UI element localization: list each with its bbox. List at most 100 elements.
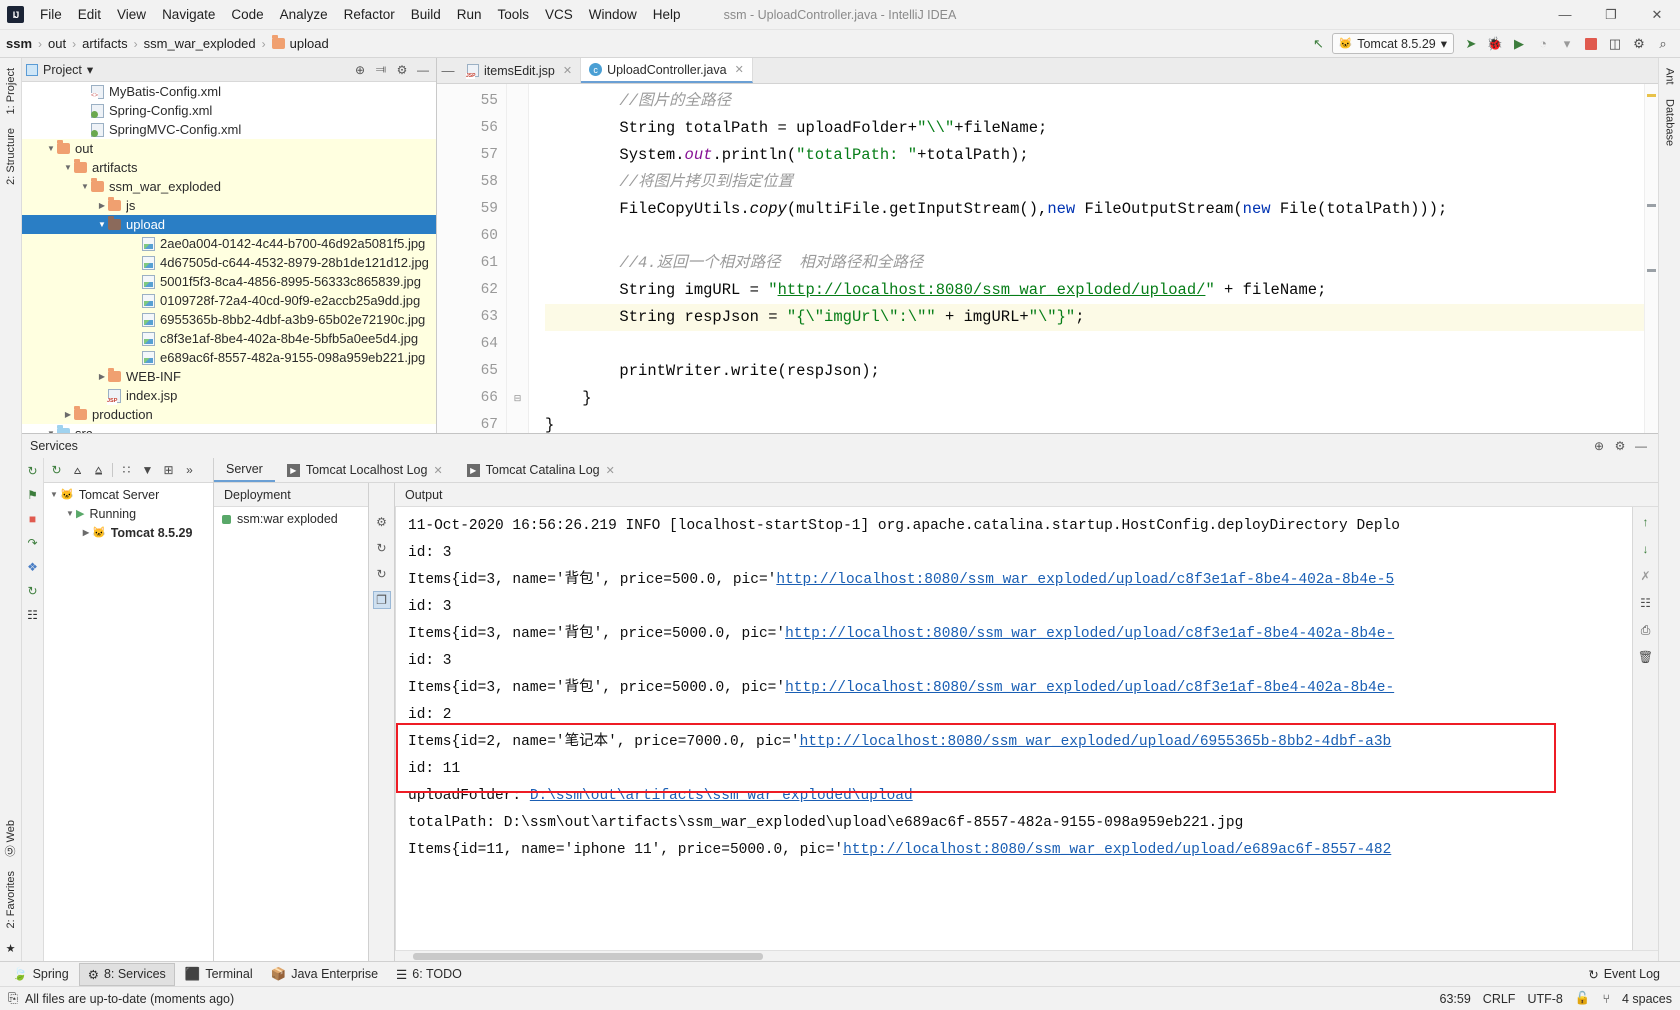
tab-uploadcontroller-java[interactable]: c UploadController.java ✕ <box>581 58 753 83</box>
run-icon[interactable]: ➤ <box>1460 33 1482 55</box>
update-icon[interactable]: ❖ <box>24 558 42 576</box>
gear-icon[interactable]: ⚙ <box>1611 437 1629 455</box>
refresh-icon[interactable]: ↻ <box>47 461 66 480</box>
line-separator[interactable]: CRLF <box>1483 992 1516 1006</box>
deploy-all-icon[interactable]: ❐ <box>372 591 391 609</box>
hide-icon[interactable]: — <box>414 61 432 79</box>
tree-row[interactable]: 2ae0a004-0142-4c44-b700-46d92a5081f5.jpg <box>22 234 436 253</box>
close-button[interactable]: ✕ <box>1634 0 1680 30</box>
clear-all-icon[interactable]: 🗑 <box>1637 648 1655 666</box>
breadcrumb-upload[interactable]: upload <box>271 35 329 51</box>
menu-analyze[interactable]: Analyze <box>272 3 336 26</box>
console-output[interactable]: 11-Oct-2020 16:56:26.219 INFO [localhost… <box>395 507 1632 950</box>
tree-row[interactable]: 0109728f-72a4-40cd-90f9-e2accb25a9dd.jpg <box>22 291 436 310</box>
chevron-right-icon[interactable]: ▶ <box>62 410 74 419</box>
error-stripe-marker[interactable] <box>1644 84 1658 433</box>
close-icon[interactable]: ✕ <box>433 464 442 477</box>
close-icon[interactable]: ✕ <box>735 63 744 76</box>
rerun-icon[interactable]: ↻ <box>24 462 42 480</box>
favorites-star-icon[interactable]: ★ <box>1 936 20 961</box>
filter-icon[interactable]: ▼ <box>138 461 157 480</box>
project-tree[interactable]: MyBatis-Config.xml Spring-Config.xml Sprin… <box>22 82 436 433</box>
menu-refactor[interactable]: Refactor <box>336 3 403 26</box>
settings-icon[interactable]: ⚙ <box>1628 33 1650 55</box>
collapse-all-icon[interactable]: ⫥ <box>372 61 390 79</box>
chevron-right-icon[interactable]: ▶ <box>96 372 108 381</box>
tab-tomcat-catalina-log[interactable]: ▶ Tomcat Catalina Log ✕ <box>455 458 627 482</box>
file-encoding[interactable]: UTF-8 <box>1527 992 1562 1006</box>
console-horizontal-scrollbar[interactable] <box>395 950 1658 961</box>
chevron-down-icon[interactable]: ▼ <box>45 144 57 153</box>
sidebar-item-structure[interactable]: 2: Structure <box>2 122 20 191</box>
bottom-tab-todo[interactable]: ☰ 6: TODO <box>388 964 470 985</box>
console-link[interactable]: http://localhost:8080/ssm_war_exploded/u… <box>785 680 1394 696</box>
menu-help[interactable]: Help <box>645 3 689 26</box>
debug-icon[interactable]: ⚑ <box>24 486 42 504</box>
update-resources-icon[interactable]: ↻ <box>373 565 391 583</box>
hide-editor-icon[interactable]: — <box>437 58 459 83</box>
breadcrumb-out[interactable]: out <box>48 36 66 51</box>
add-tab-icon[interactable]: ⊞ <box>159 461 178 480</box>
search-icon[interactable]: ⌕ <box>1652 33 1674 55</box>
code-viewport[interactable]: 55 56 57 58 59 60 61 62 63 64 65 66 67 ⊟ //图片的全路径 St… <box>437 84 1658 433</box>
tab-itemsedit-jsp[interactable]: itemsEdit.jsp ✕ <box>459 58 582 83</box>
maximize-button[interactable]: ❐ <box>1588 0 1634 30</box>
sidebar-item-favorites[interactable]: 2: Favorites <box>2 865 20 934</box>
menu-view[interactable]: View <box>109 3 154 26</box>
menu-build[interactable]: Build <box>403 3 449 26</box>
chevron-down-icon[interactable]: ▼ <box>62 163 74 172</box>
bottom-tab-services[interactable]: ⚙ 8: Services <box>78 962 175 986</box>
project-title[interactable]: Project ▾ <box>26 62 93 77</box>
services-tree-row[interactable]: ▼ ▶ Running <box>44 504 213 523</box>
tree-row[interactable]: c8f3e1af-8be4-402a-8b4e-5bfb5a0ee5d4.jpg <box>22 329 436 348</box>
event-log-button[interactable]: ↻ Event Log <box>1580 964 1668 985</box>
add-service-icon[interactable]: ⊕ <box>1590 437 1608 455</box>
print-icon[interactable]: ⎙ <box>1637 621 1655 639</box>
chevron-down-icon[interactable]: ▼ <box>79 182 91 191</box>
more-icon[interactable]: » <box>180 461 199 480</box>
menu-navigate[interactable]: Navigate <box>154 3 223 26</box>
chevron-down-icon[interactable]: ▾ <box>1556 33 1578 55</box>
soft-wrap-icon[interactable]: ✗ <box>1637 567 1655 585</box>
redeploy-icon[interactable]: ↻ <box>373 539 391 557</box>
tree-row[interactable]: Spring-Config.xml <box>22 101 436 120</box>
tree-row[interactable]: ▼ upload <box>22 215 436 234</box>
menu-vcs[interactable]: VCS <box>537 3 581 26</box>
minimize-button[interactable]: — <box>1542 0 1588 30</box>
breadcrumb-artifacts[interactable]: artifacts <box>82 36 128 51</box>
expand-all-icon[interactable]: ⩟ <box>68 461 87 480</box>
sidebar-item-project[interactable]: 1: Project <box>2 62 20 120</box>
chevron-down-icon[interactable]: ▼ <box>96 220 108 229</box>
tree-row[interactable]: MyBatis-Config.xml <box>22 82 436 101</box>
breadcrumb-ssm-war-exploded[interactable]: ssm_war_exploded <box>144 36 256 51</box>
bottom-tab-java-enterprise[interactable]: 📦 Java Enterprise <box>263 964 386 985</box>
branch-icon[interactable]: ⑂ <box>1602 992 1610 1006</box>
chevron-right-icon[interactable]: ▶ <box>96 201 108 210</box>
group-icon[interactable]: ∷ <box>117 461 136 480</box>
tree-row[interactable]: ▼ ssm_war_exploded <box>22 177 436 196</box>
collapse-all-icon[interactable]: ⩠ <box>89 461 108 480</box>
bottom-tab-terminal[interactable]: ⬛ Terminal <box>177 964 261 985</box>
sidebar-item-web[interactable]: Ⓖ Web <box>0 814 22 862</box>
tree-row[interactable]: ▼ artifacts <box>22 158 436 177</box>
console-link[interactable]: D:\ssm\out\artifacts\ssm_war_exploded\up… <box>530 788 913 804</box>
console-link[interactable]: http://localhost:8080/ssm_war_exploded/u… <box>776 572 1394 588</box>
sidebar-item-ant[interactable]: Ant <box>1661 62 1679 91</box>
services-tree[interactable]: ▼ 🐱 Tomcat Server ▼ ▶ Running ▶ 🐱 Tomcat 8.5.29 <box>44 483 213 961</box>
code-folding-gutter[interactable]: ⊟ <box>507 84 529 433</box>
tree-row[interactable]: index.jsp <box>22 386 436 405</box>
close-icon[interactable]: ✕ <box>606 464 615 477</box>
fold-marker-icon[interactable]: ⊟ <box>507 385 528 412</box>
menu-run[interactable]: Run <box>449 3 490 26</box>
code-text[interactable]: //图片的全路径 String totalPath = uploadFolder… <box>529 84 1658 433</box>
bottom-tab-spring[interactable]: 🍃 Spring <box>4 964 77 985</box>
tree-row[interactable]: SpringMVC-Config.xml <box>22 120 436 139</box>
build-icon[interactable]: ↖ <box>1308 33 1330 55</box>
menu-edit[interactable]: Edit <box>70 3 109 26</box>
run-with-coverage-icon[interactable]: ▶ <box>1508 33 1530 55</box>
chevron-down-icon[interactable]: ▼ <box>48 490 60 499</box>
tab-tomcat-localhost-log[interactable]: ▶ Tomcat Localhost Log ✕ <box>275 458 455 482</box>
chevron-down-icon[interactable]: ▼ <box>45 429 57 433</box>
deployment-item-ssm-war-exploded[interactable]: ssm:war exploded <box>214 507 368 531</box>
scroll-to-end-icon[interactable]: ☷ <box>1637 594 1655 612</box>
